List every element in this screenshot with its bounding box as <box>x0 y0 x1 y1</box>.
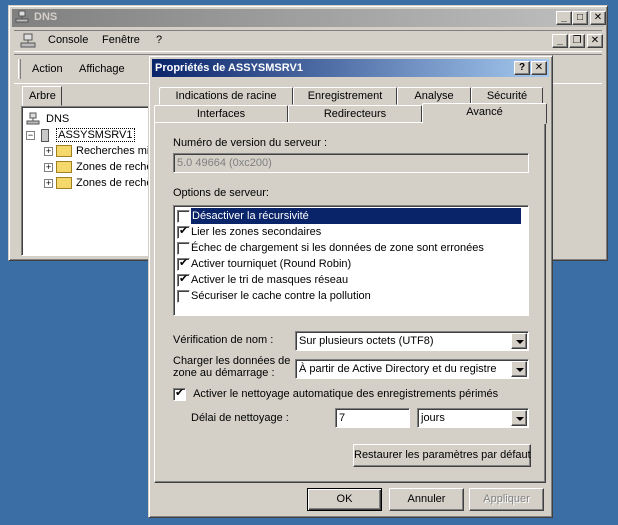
tab-advanced[interactable]: Avancé <box>422 103 547 124</box>
name-check-select[interactable]: Sur plusieurs octets (UTF8) <box>295 331 529 351</box>
close-button[interactable]: ✕ <box>590 11 606 25</box>
mdi-minimize-button[interactable]: _ <box>552 34 568 48</box>
folder-icon <box>56 177 72 190</box>
version-field: 5.0 49664 (0xc200) <box>173 153 529 173</box>
cancel-button[interactable]: Annuler <box>389 488 464 511</box>
dialog-title: Propriétés de ASSYSMSRV1 <box>155 62 303 74</box>
option-label: Échec de chargement si les données de zo… <box>191 242 484 254</box>
name-check-label: Vérification de nom : <box>173 334 274 346</box>
dns-titlebar[interactable]: DNS _ □ ✕ <box>12 9 606 27</box>
interval-unit-value: jours <box>421 412 445 424</box>
tree-item-label: Zones de recher <box>76 161 157 173</box>
option-label: Lier les zones secondaires <box>191 226 322 238</box>
option-label: Désactiver la récursivité <box>191 208 521 224</box>
dns-app-icon <box>15 10 29 24</box>
tree-item-server[interactable]: − ASSYSMSRV1 <box>26 127 135 143</box>
tab-root-hints[interactable]: Indications de racine <box>159 87 293 105</box>
checkbox[interactable] <box>177 225 190 239</box>
dns-icon <box>26 112 40 126</box>
toolbar-grip <box>18 59 21 79</box>
option-label: Sécuriser le cache contre la pollution <box>191 290 371 302</box>
folder-icon <box>56 145 72 158</box>
option-round-robin[interactable]: Activer tourniquet (Round Robin) <box>177 256 525 272</box>
tree-item-server-label: ASSYSMSRV1 <box>56 128 135 142</box>
tab-label: Avancé <box>466 106 503 118</box>
interval-unit-select[interactable]: jours <box>417 408 529 428</box>
tab-tree-label: Arbre <box>29 90 56 102</box>
option-fail-on-load[interactable]: Échec de chargement si les données de zo… <box>177 240 525 256</box>
dns-window-title: DNS <box>34 11 58 23</box>
minimize-button[interactable]: _ <box>556 11 572 25</box>
load-data-select[interactable]: À partir de Active Directory et du regis… <box>295 359 529 379</box>
menu-action[interactable]: Action <box>32 63 63 75</box>
tab-label: Sécurité <box>486 90 528 102</box>
expand-icon[interactable]: + <box>44 146 53 156</box>
folder-icon <box>56 161 72 174</box>
load-data-value: À partir de Active Directory et du regis… <box>299 363 497 375</box>
expand-icon[interactable]: + <box>44 162 53 172</box>
option-label: Activer le tri de masques réseau <box>191 274 349 286</box>
menu-console[interactable]: Console <box>48 34 88 46</box>
maximize-button[interactable]: □ <box>572 11 588 25</box>
tree-item-dns[interactable]: DNS <box>26 111 69 127</box>
load-data-label-line2: zone au démarrage : <box>173 367 275 379</box>
checkbox[interactable] <box>177 209 190 223</box>
interval-label: Délai de nettoyage : <box>191 412 289 424</box>
menu-window[interactable]: Fenêtre <box>102 34 140 46</box>
tab-label: Redirecteurs <box>323 108 387 120</box>
dialog-titlebar[interactable]: Propriétés de ASSYSMSRV1 ? ✕ <box>152 59 549 77</box>
server-icon <box>41 128 50 142</box>
expand-icon[interactable]: + <box>44 178 53 188</box>
checkbox[interactable] <box>177 241 190 255</box>
tree-item-forward-zones[interactable]: + Zones de recher <box>44 159 156 175</box>
menu-view[interactable]: Affichage <box>79 63 125 75</box>
tab-interfaces[interactable]: Interfaces <box>154 105 288 123</box>
tab-label: Interfaces <box>196 108 246 120</box>
properties-dialog: Propriétés de ASSYSMSRV1 ? ✕ Indications… <box>148 55 553 518</box>
tab-label: Analyse <box>414 90 454 102</box>
tree-item-reverse-zones[interactable]: + Zones de recher <box>44 175 156 191</box>
reset-defaults-button[interactable]: Restaurer les paramètres par défaut <box>353 444 531 467</box>
name-check-value: Sur plusieurs octets (UTF8) <box>299 335 434 347</box>
console-icon <box>20 33 36 49</box>
tab-tree[interactable]: Arbre <box>22 86 62 106</box>
tree-item-label: Zones de recher <box>76 177 157 189</box>
ok-button[interactable]: OK <box>307 488 382 511</box>
mdi-restore-button[interactable]: ❐ <box>569 34 585 48</box>
collapse-icon[interactable]: − <box>26 130 35 140</box>
dropdown-arrow-icon[interactable] <box>511 361 527 377</box>
tab-label: Indications de racine <box>175 90 277 102</box>
option-disable-recursion[interactable]: Désactiver la récursivité <box>177 208 525 224</box>
option-secure-cache[interactable]: Sécuriser le cache contre la pollution <box>177 288 525 304</box>
option-bind-secondaries[interactable]: Lier les zones secondaires <box>177 224 525 240</box>
tree-item-dns-label: DNS <box>46 113 70 125</box>
mdi-close-button[interactable]: ✕ <box>587 34 603 48</box>
checkbox[interactable] <box>177 273 190 287</box>
tab-logging[interactable]: Enregistrement <box>293 87 397 105</box>
scavenging-option[interactable]: Activer le nettoyage automatique des enr… <box>173 386 498 402</box>
interval-input[interactable]: 7 <box>335 408 410 428</box>
checkbox[interactable] <box>177 289 190 303</box>
tab-forwarders[interactable]: Redirecteurs <box>288 105 422 123</box>
server-options-list[interactable]: Désactiver la récursivité Lier les zones… <box>173 205 529 316</box>
scavenging-label: Activer le nettoyage automatique des enr… <box>193 388 499 400</box>
version-label: Numéro de version du serveur : <box>173 137 328 149</box>
help-button[interactable]: ? <box>514 61 530 75</box>
dropdown-arrow-icon[interactable] <box>511 410 527 426</box>
menubar: Console Fenêtre ? _ ❐ ✕ <box>14 30 603 52</box>
apply-button: Appliquer <box>469 488 544 511</box>
dialog-close-button[interactable]: ✕ <box>531 61 547 75</box>
tab-label: Enregistrement <box>307 90 383 102</box>
load-data-label-line1: Charger les données de <box>173 355 291 367</box>
scavenging-checkbox[interactable] <box>173 387 186 401</box>
dropdown-arrow-icon[interactable] <box>511 333 527 349</box>
option-label: Activer tourniquet (Round Robin) <box>191 258 352 270</box>
checkbox[interactable] <box>177 257 190 271</box>
menu-help[interactable]: ? <box>156 34 162 46</box>
option-netmask-ordering[interactable]: Activer le tri de masques réseau <box>177 272 525 288</box>
tree-item-reverse-lookup[interactable]: + Recherches mise <box>44 143 161 159</box>
options-label: Options de serveur: <box>173 187 269 199</box>
